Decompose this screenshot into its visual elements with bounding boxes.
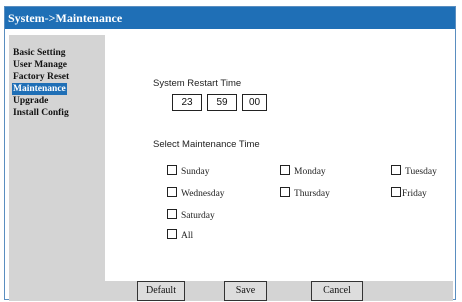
day-option-all[interactable]: All (167, 225, 193, 241)
restart-hour-input[interactable]: 23 (172, 94, 202, 111)
sidebar-item-basic-setting[interactable]: Basic Setting (12, 47, 67, 59)
button-bar: Default Save Cancel (9, 281, 453, 301)
day-option-thursday[interactable]: Thursday (280, 183, 330, 199)
sidebar-item-user-manage[interactable]: User Manage (12, 59, 68, 71)
checkbox-sunday[interactable] (167, 165, 177, 175)
page-title: System->Maintenance (5, 7, 455, 29)
checkbox-monday[interactable] (280, 165, 290, 175)
day-option-wednesday[interactable]: Wednesday (167, 183, 225, 199)
day-option-monday[interactable]: Monday (280, 161, 326, 177)
day-label-saturday: Saturday (181, 211, 215, 221)
day-option-friday[interactable]: Friday (391, 183, 427, 199)
checkbox-tuesday[interactable] (391, 165, 401, 175)
save-button[interactable]: Save (224, 281, 267, 301)
day-label-friday: Friday (402, 189, 427, 199)
default-button[interactable]: Default (137, 281, 185, 301)
day-label-tuesday: Tuesday (405, 167, 437, 177)
day-label-wednesday: Wednesday (181, 189, 225, 199)
cancel-button[interactable]: Cancel (311, 281, 363, 301)
sidebar-item-factory-reset[interactable]: Factory Reset (12, 71, 70, 83)
sidebar-item-maintenance[interactable]: Maintenance (12, 83, 67, 95)
maintenance-window: System->Maintenance Basic Setting User M… (4, 6, 456, 301)
day-label-monday: Monday (294, 167, 326, 177)
day-label-thursday: Thursday (294, 189, 330, 199)
checkbox-saturday[interactable] (167, 209, 177, 219)
checkbox-wednesday[interactable] (167, 187, 177, 197)
day-label-all: All (181, 231, 194, 241)
day-option-sunday[interactable]: Sunday (167, 161, 210, 177)
day-option-saturday[interactable]: Saturday (167, 205, 215, 221)
sidebar-item-install-config[interactable]: Install Config (12, 107, 70, 119)
restart-second-input[interactable]: 00 (242, 94, 267, 111)
sidebar-nav: Basic Setting User Manage Factory Reset … (9, 35, 105, 281)
checkbox-all[interactable] (167, 229, 177, 239)
day-label-sunday: Sunday (181, 167, 210, 177)
checkbox-friday[interactable] (391, 187, 401, 197)
day-option-tuesday[interactable]: Tuesday (391, 161, 437, 177)
sidebar-item-upgrade[interactable]: Upgrade (12, 95, 49, 107)
select-maintenance-label: Select Maintenance Time (153, 139, 260, 150)
restart-minute-input[interactable]: 59 (207, 94, 237, 111)
restart-time-label: System Restart Time (153, 78, 242, 89)
checkbox-thursday[interactable] (280, 187, 290, 197)
